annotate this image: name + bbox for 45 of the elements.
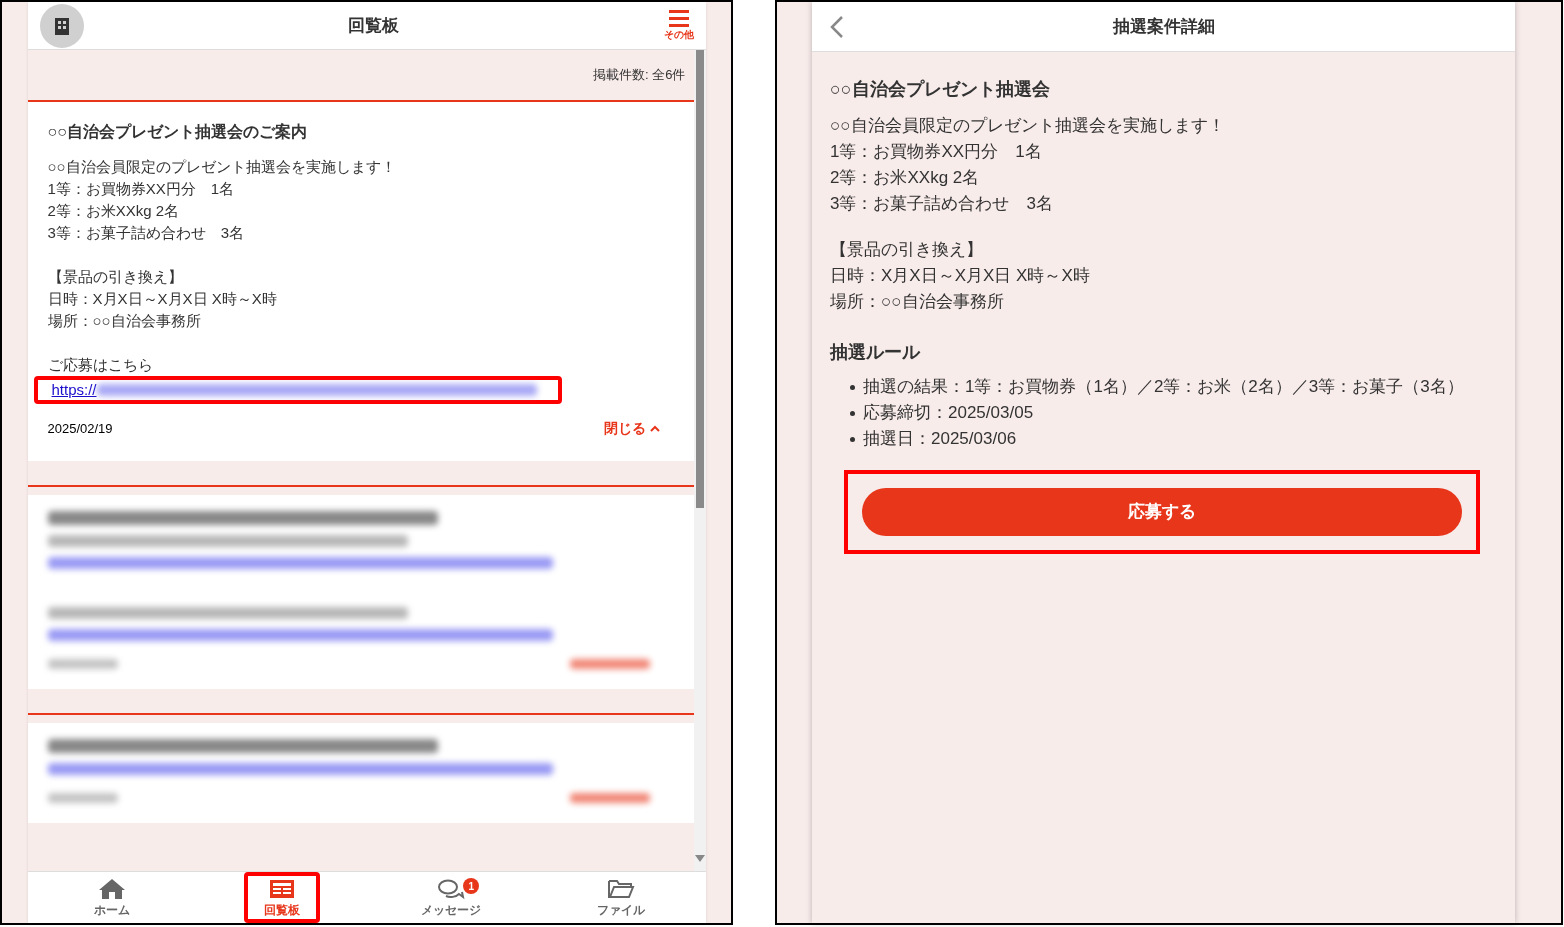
chevron-up-icon [649, 425, 660, 432]
nav-tab[interactable]: ホーム [74, 872, 151, 923]
scroll-down-icon[interactable] [694, 855, 705, 863]
bullet-icon [850, 411, 855, 416]
apply-button[interactable]: 応募する [862, 488, 1462, 536]
building-icon [53, 16, 70, 35]
blurred-text [47, 659, 118, 669]
post-text: ○○自治会員限定のプレゼント抽選会を実施します！ [47, 157, 397, 177]
rule-text: 抽選日：2025/03/06 [863, 428, 1017, 450]
post-text: 3等：お菓子詰め合わせ 3名 [47, 223, 246, 243]
close-toggle[interactable]: 閉じる [603, 418, 660, 439]
detail-text: ○○自治会員限定のプレゼント抽選会を実施します！ [830, 115, 1226, 137]
bullet-icon [850, 437, 855, 442]
back-icon[interactable] [830, 14, 844, 39]
nav-tab[interactable]: 回覧板 [243, 872, 320, 923]
rule-text: 抽選の結果：1等：お買物券（1名）／2等：お米（2名）／3等：お菓子（3名） [863, 376, 1464, 398]
post-text: ご応募はこちら [47, 355, 154, 375]
detail-text: 場所：○○自治会事務所 [830, 291, 1005, 313]
nav-tab[interactable]: メッセージ 1 [401, 872, 502, 923]
post-text: 2等：お米XXkg 2名 [47, 201, 181, 221]
post-text: 【景品の引き換え】 [47, 267, 184, 287]
avatar[interactable] [39, 3, 84, 48]
post-text: 場所：○○自治会事務所 [47, 311, 202, 331]
post-count: 掲載件数: 全6件 [593, 66, 686, 85]
lottery-title: ○○自治会プレゼント抽選会 [830, 78, 1051, 101]
detail-text: 1等：お買物券XX円分 1名 [830, 141, 1043, 163]
section-heading: 抽選ルール [830, 341, 922, 364]
detail-text: 2等：お米XXkg 2名 [830, 167, 981, 189]
nav-tab[interactable]: ファイル [576, 872, 665, 923]
post-text: 1等：お買物券XX円分 1名 [47, 179, 236, 199]
rule-text: 応募締切：2025/03/05 [863, 402, 1034, 424]
menu-button[interactable]: その他 [663, 9, 694, 42]
bullet-icon [850, 385, 855, 390]
post-link[interactable]: https:// [51, 378, 97, 402]
detail-text: 3等：お菓子詰め合わせ 3名 [830, 193, 1054, 215]
post-date: 2025/02/19 [47, 419, 113, 438]
header-title: 回覧板 [348, 14, 399, 37]
detail-text: 【景品の引き換え】 [830, 239, 984, 261]
blurred-text [47, 793, 118, 803]
detail-text: 日時：X月X日～X月X日 X時～X時 [830, 265, 1091, 287]
unread-badge: 1 [463, 878, 480, 894]
menu-icon [668, 9, 689, 27]
post-text: 日時：X月X日～X月X日 X時～X時 [47, 289, 278, 309]
header-title: 抽選案件詳細 [1112, 15, 1215, 38]
post-title: ○○自治会プレゼント抽選会のご案内 [47, 122, 308, 142]
